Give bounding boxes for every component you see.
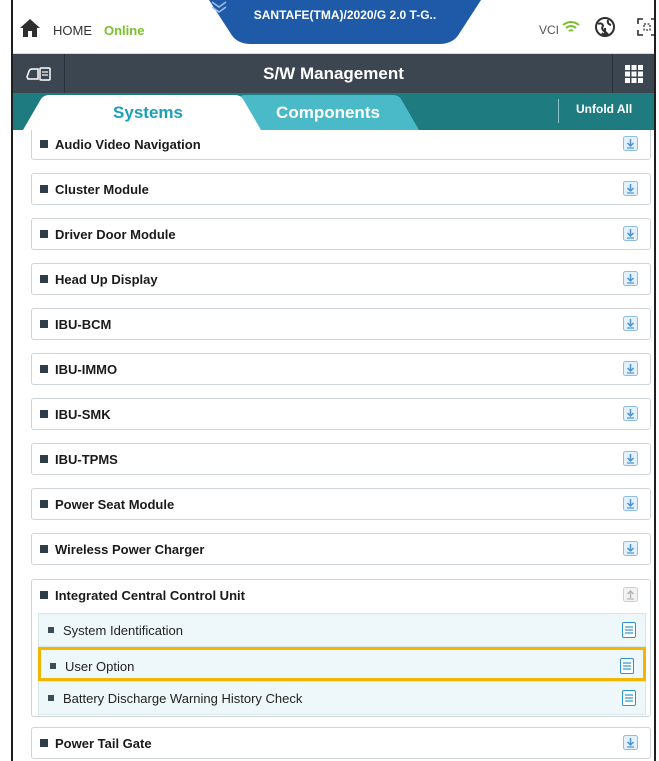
bullet-icon	[48, 627, 54, 633]
bullet-icon	[40, 500, 48, 508]
tab-components[interactable]: Components	[253, 103, 403, 123]
download-icon[interactable]	[623, 361, 638, 376]
bullet-icon	[40, 185, 48, 193]
tab-bar: Systems Components Unfold All	[13, 93, 654, 130]
download-icon[interactable]	[623, 496, 638, 511]
system-row[interactable]: IBU-SMK	[31, 398, 651, 430]
home-icon[interactable]	[19, 18, 41, 38]
bullet-icon	[40, 140, 48, 148]
vehicle-name: SANTAFE(TMA)/2020/G 2.0 T-G..	[253, 8, 437, 22]
download-icon[interactable]	[623, 735, 638, 750]
system-label: IBU-SMK	[55, 407, 111, 422]
system-label: Integrated Central Control Unit	[55, 588, 245, 603]
expanded-system-group: Integrated Central Control Unit System I…	[31, 579, 651, 717]
bullet-icon	[40, 320, 48, 328]
download-icon[interactable]	[623, 541, 638, 556]
system-label: Head Up Display	[55, 272, 158, 287]
chevron-down-icon[interactable]	[209, 0, 229, 14]
bullet-icon	[40, 591, 48, 599]
document-icon[interactable]	[620, 658, 634, 674]
download-icon[interactable]	[623, 226, 638, 241]
system-row[interactable]: Power Seat Module	[31, 488, 651, 520]
bullet-icon	[48, 695, 54, 701]
system-label: IBU-BCM	[55, 317, 112, 332]
sub-item-selected[interactable]: User Option	[38, 647, 646, 681]
unfold-all-button[interactable]: Unfold All	[576, 102, 632, 116]
system-row-expanded[interactable]: Integrated Central Control Unit	[32, 580, 650, 612]
document-icon[interactable]	[622, 690, 636, 706]
connection-status: Online	[104, 23, 145, 38]
upload-icon[interactable]	[623, 587, 638, 602]
system-label: Wireless Power Charger	[55, 542, 205, 557]
system-row[interactable]: IBU-TPMS	[31, 443, 651, 475]
system-label: Cluster Module	[55, 182, 149, 197]
bullet-icon	[40, 410, 48, 418]
sub-item-label: Battery Discharge Warning History Check	[63, 691, 303, 706]
system-label: IBU-TPMS	[55, 452, 118, 467]
tab-systems[interactable]: Systems	[73, 103, 223, 123]
system-label: Audio Video Navigation	[55, 137, 201, 152]
system-label: Power Tail Gate	[55, 736, 152, 751]
bullet-icon	[40, 365, 48, 373]
system-row[interactable]: IBU-BCM	[31, 308, 651, 340]
vehicle-tab-shape	[209, 0, 481, 44]
system-label: Power Seat Module	[55, 497, 175, 512]
system-label: IBU-IMMO	[55, 362, 118, 377]
bullet-icon	[40, 545, 48, 553]
bullet-icon	[40, 739, 48, 747]
download-icon[interactable]	[623, 316, 638, 331]
bullet-icon	[40, 230, 48, 238]
system-row[interactable]: Audio Video Navigation	[31, 130, 651, 160]
document-icon[interactable]	[622, 622, 636, 638]
download-icon[interactable]	[623, 406, 638, 421]
system-row[interactable]: IBU-IMMO	[31, 353, 651, 385]
sub-item-label: System Identification	[63, 623, 183, 638]
app-window: HOME Online SANTAFE(TMA)/2020/G 2.0 T-G.…	[11, 0, 656, 761]
sub-item[interactable]: Battery Discharge Warning History Check	[38, 681, 646, 715]
system-row[interactable]: Power Tail Gate	[31, 727, 651, 759]
home-label[interactable]: HOME	[53, 23, 92, 38]
title-bar: S/W Management	[13, 54, 654, 93]
vehicle-selector[interactable]: SANTAFE(TMA)/2020/G 2.0 T-G..	[209, 0, 481, 46]
grid-menu-button[interactable]	[612, 54, 654, 93]
bullet-icon	[50, 663, 56, 669]
bullet-icon	[40, 455, 48, 463]
sub-item-label: User Option	[65, 659, 135, 674]
vci-label: VCI	[539, 23, 560, 37]
bullet-icon	[40, 275, 48, 283]
globe-download-icon[interactable]	[594, 16, 616, 38]
download-icon[interactable]	[623, 451, 638, 466]
system-label: Driver Door Module	[55, 227, 176, 242]
page-title: S/W Management	[263, 64, 404, 83]
download-icon[interactable]	[623, 181, 638, 196]
top-bar: HOME Online SANTAFE(TMA)/2020/G 2.0 T-G.…	[13, 0, 654, 54]
download-icon[interactable]	[623, 271, 638, 286]
system-row[interactable]: Wireless Power Charger	[31, 533, 651, 565]
sub-item[interactable]: System Identification	[38, 613, 646, 647]
download-icon[interactable]	[623, 136, 638, 151]
tab-divider	[558, 99, 559, 123]
wifi-signal-icon	[562, 21, 580, 32]
fullscreen-icon[interactable]	[637, 18, 656, 36]
system-row[interactable]: Driver Door Module	[31, 218, 651, 250]
system-row[interactable]: Head Up Display	[31, 263, 651, 295]
system-row[interactable]: Cluster Module	[31, 173, 651, 205]
system-list: Audio Video Navigation Cluster Module Dr…	[13, 130, 654, 761]
grid-menu-icon	[625, 65, 643, 83]
